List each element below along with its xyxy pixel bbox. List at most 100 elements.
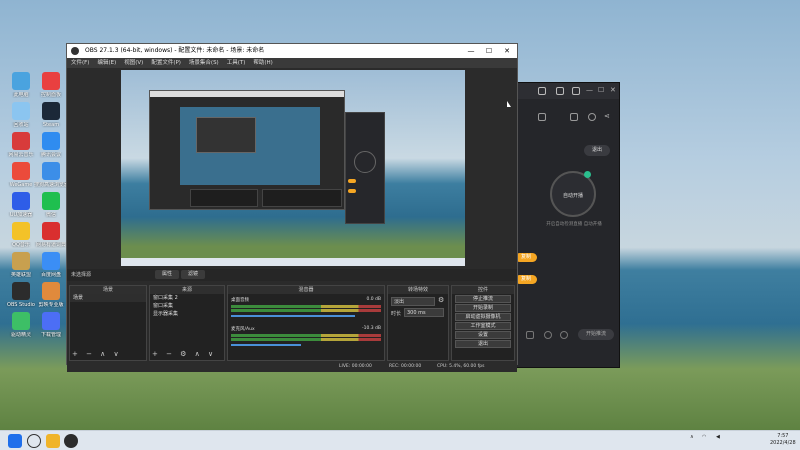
minimize-button[interactable]: — [463,44,479,58]
volume-slider[interactable] [231,344,301,346]
nested-preview [180,107,320,185]
desktop-shortcut-label: 百度网盘 [40,272,61,278]
source-item[interactable]: 窗口采集 2 [150,294,224,302]
scene-item[interactable]: 场景 [70,294,146,302]
file-explorer-icon[interactable] [46,434,60,448]
volume-slider[interactable] [231,315,355,317]
app-icon [12,132,30,150]
desktop-shortcut[interactable]: 剪映专业版 [34,282,68,308]
ticket-icon[interactable] [556,87,564,95]
desktop-shortcut[interactable]: 下载管理 [34,312,68,338]
start-windows-icon[interactable] [8,434,22,448]
close-icon[interactable]: ✕ [610,86,616,94]
record-icon[interactable] [570,113,578,121]
virtual-camera-button[interactable]: 启动虚拟摄像机 [455,313,511,321]
gift-icon[interactable] [538,87,546,95]
obs-logo-icon [71,47,79,55]
studio-mode-button[interactable]: 工作室模式 [455,322,511,330]
obs-taskbar-icon[interactable] [64,434,78,448]
desktop-shortcut[interactable]: 网易云音乐 [4,132,38,158]
clock[interactable]: 7:57 2022/4/28 [770,433,796,447]
menu-item[interactable]: 文件(F) [71,58,89,68]
volume-icon[interactable]: ◀ [716,434,720,440]
copy-button-2[interactable]: 复制 [515,275,537,284]
scene-controls[interactable]: + − ∧ ∨ [72,350,122,358]
wifi-icon[interactable]: ◠ [702,434,706,440]
nested-taskbar [121,258,465,266]
source-item[interactable]: 窗口采集 [150,302,224,310]
track-db: -10.3 dB [361,326,381,331]
volume-meter [231,309,381,312]
desktop-shortcut[interactable]: 腾讯会议 [34,132,68,158]
menu-item[interactable]: 帮助(H) [253,58,272,68]
maximize-button[interactable]: ☐ [481,44,497,58]
maximize-icon[interactable]: ☐ [598,86,604,94]
app-icon [42,252,60,270]
desktop-shortcut[interactable]: Steam [34,102,68,128]
minimize-icon[interactable]: — [586,86,593,94]
app-icon [12,192,30,210]
chevron-up-icon[interactable]: ∧ [690,434,694,440]
desktop-shortcut-label: 网易有道词典 [35,242,66,248]
obs-window[interactable]: OBS 27.1.3 (64-bit, windows) - 配置文件: 未命名… [66,43,518,372]
desktop-shortcut-label: 搜狗高速浏览器 [34,182,68,188]
sources-header: 来源 [150,286,224,294]
scene-transitions-dock: 转场特效 淡出 ⚙ 时长 300 ms [387,285,449,361]
eye-icon[interactable] [544,331,552,339]
share-icon[interactable]: ⋖ [604,112,610,120]
source-item[interactable]: 显示器采集 [150,310,224,318]
controls-dock: 控件 停止推流 开始录制 启动虚拟摄像机 工作室模式 设置 退出 [451,285,515,361]
search-icon[interactable] [27,434,41,448]
desktop-shortcut[interactable]: 微信 [34,192,68,218]
start-stream-button[interactable]: 开始推流 [578,329,614,340]
properties-label: 属性 [161,271,172,277]
duration-label: 时长 [391,311,402,317]
stop-streaming-button[interactable]: 停止推流 [455,295,511,303]
desktop-shortcut[interactable]: 驱动精灵 [4,312,38,338]
desktop-shortcut[interactable]: UU加速器 [4,192,38,218]
app-icon [42,162,60,180]
desktop-shortcut[interactable]: 百度网盘 [34,252,68,278]
mixer-track: 桌面音频 0.0 dB [231,297,381,317]
exit-button[interactable]: 退出 [584,145,610,156]
desktop-shortcut[interactable]: OBS Studio [4,282,38,308]
filters-button[interactable]: 滤镜 [181,270,205,279]
status-bar: LIVE: 00:00:00 REC: 00:00:00 CPU: 5.4%, … [67,362,517,372]
gear-icon[interactable]: ⚙ [438,296,444,304]
auto-start-circle[interactable]: 自动开播 [550,171,596,217]
source-controls[interactable]: + − ⚙ ∧ ∨ [152,350,216,358]
desktop-shortcut[interactable]: 控制面板 [34,72,68,98]
desktop-shortcut[interactable]: 网易有道词典 [34,222,68,248]
window-title: OBS 27.1.3 (64-bit, windows) - 配置文件: 未命名… [85,47,265,54]
desktop-shortcut[interactable]: 搜狗高速浏览器 [34,162,68,188]
desktop-shortcut[interactable]: 回收站 [4,102,38,128]
duration-input[interactable]: 300 ms [404,308,444,317]
desktop-shortcut[interactable]: QQ音乐 [4,222,38,248]
properties-button[interactable]: 属性 [155,270,179,279]
menu-item[interactable]: 配置文件(P) [151,58,181,68]
camera-icon[interactable] [526,331,534,339]
desktop-shortcut[interactable]: 此电脑 [4,72,38,98]
bell-icon[interactable] [588,113,596,121]
menu-item[interactable]: 工具(T) [227,58,246,68]
desktop-shortcut[interactable]: WeGame [4,162,38,188]
app-icon [12,312,30,330]
close-button[interactable]: ✕ [499,44,515,58]
exit-button[interactable]: 退出 [455,340,511,348]
menu-item[interactable]: 编辑(E) [97,58,116,68]
transition-select[interactable]: 淡出 [391,297,435,306]
desktop-shortcut[interactable]: 英雄联盟 [4,252,38,278]
home-icon[interactable] [538,113,546,121]
status-dot [584,171,591,178]
audio-mixer-dock: 混音器 桌面音频 0.0 dB 麦克风/Aux -10.3 dB [227,285,385,361]
settings-gear-icon[interactable] [560,331,568,339]
grid-icon[interactable] [572,87,580,95]
preview-canvas[interactable] [121,70,465,266]
settings-button[interactable]: 设置 [455,331,511,339]
background-app-window[interactable]: — ☐ ✕ ⋖ 退出 自动开播 开启自动检测直播 自动开播 复制 复制 开始推流 [505,82,620,368]
copy-button-1[interactable]: 复制 [515,253,537,262]
start-recording-button[interactable]: 开始录制 [455,304,511,312]
app-icon [42,222,60,240]
menu-item[interactable]: 视图(V) [124,58,143,68]
menu-item[interactable]: 场景集合(S) [189,58,219,68]
